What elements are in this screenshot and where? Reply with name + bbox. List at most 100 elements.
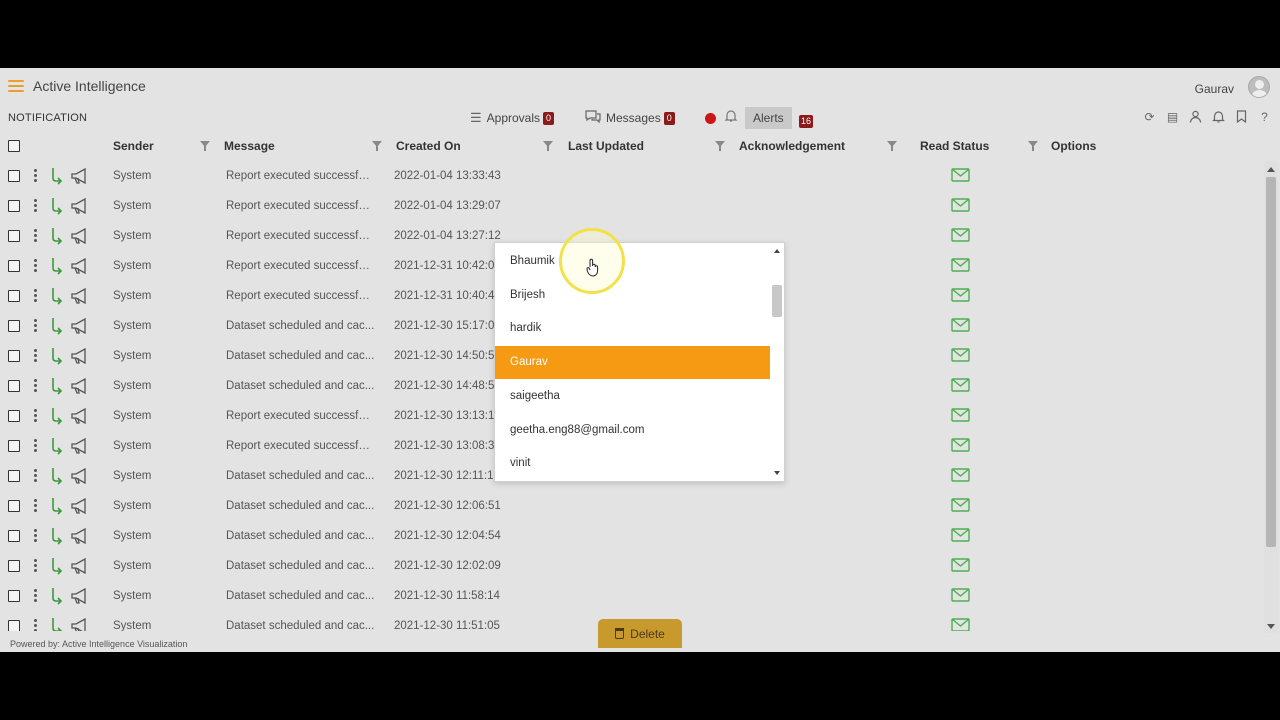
kebab-icon[interactable] xyxy=(34,379,38,393)
cell-message[interactable]: Dataset scheduled and cac... xyxy=(226,560,376,572)
acknowledge-arrow-icon[interactable] xyxy=(50,497,64,515)
kebab-icon[interactable] xyxy=(34,229,38,243)
megaphone-icon[interactable] xyxy=(70,227,90,245)
envelope-check-icon[interactable] xyxy=(951,318,970,332)
kebab-icon[interactable] xyxy=(34,529,38,543)
table-row[interactable]: System Dataset scheduled and cac... 2021-1… xyxy=(0,521,1264,551)
scroll-down-arrow-icon[interactable] xyxy=(1267,624,1275,629)
filter-icon[interactable] xyxy=(715,141,725,151)
kebab-icon[interactable] xyxy=(34,499,38,513)
row-checkbox[interactable] xyxy=(8,290,20,302)
user-dropdown-list[interactable]: Bhaumik Brijesh hardik Gaurav saigeetha geeth… xyxy=(494,242,785,482)
scrollbar-thumb[interactable] xyxy=(1266,177,1276,547)
megaphone-icon[interactable] xyxy=(70,377,90,395)
filter-icon[interactable] xyxy=(372,141,382,151)
megaphone-icon[interactable] xyxy=(70,527,90,545)
notification-bell-icon[interactable] xyxy=(1211,110,1226,125)
dropdown-option[interactable]: Brijesh xyxy=(495,279,770,312)
kebab-icon[interactable] xyxy=(34,409,38,423)
column-header-read-status[interactable]: Read Status xyxy=(920,139,989,153)
table-row[interactable]: System Dataset scheduled and cac... 2021-1… xyxy=(0,491,1264,521)
kebab-icon[interactable] xyxy=(34,199,38,213)
megaphone-icon[interactable] xyxy=(70,557,90,575)
envelope-check-icon[interactable] xyxy=(951,618,970,631)
row-checkbox[interactable] xyxy=(8,560,20,572)
acknowledge-arrow-icon[interactable] xyxy=(50,437,64,455)
cell-message[interactable]: Report executed successfully. xyxy=(226,440,376,452)
cell-message[interactable]: Dataset scheduled and cac... xyxy=(226,350,376,362)
kebab-icon[interactable] xyxy=(34,559,38,573)
acknowledge-arrow-icon[interactable] xyxy=(50,617,64,631)
table-row[interactable]: System Dataset scheduled and cac... 2021-1… xyxy=(0,581,1264,611)
kebab-icon[interactable] xyxy=(34,169,38,183)
acknowledge-arrow-icon[interactable] xyxy=(50,197,64,215)
dropdown-scrollbar[interactable] xyxy=(770,243,784,481)
row-checkbox[interactable] xyxy=(8,320,20,332)
filter-icon[interactable] xyxy=(543,141,553,151)
table-row[interactable]: System Dataset scheduled and cac... 2021-1… xyxy=(0,551,1264,581)
table-scrollbar[interactable] xyxy=(1264,161,1278,633)
envelope-check-icon[interactable] xyxy=(951,288,970,302)
dropdown-option[interactable]: Bhaumik xyxy=(495,245,770,278)
cell-message[interactable]: Dataset scheduled and cac... xyxy=(226,620,376,631)
acknowledge-arrow-icon[interactable] xyxy=(50,407,64,425)
table-row[interactable]: System Report executed successfully. 2022-… xyxy=(0,161,1264,191)
acknowledge-arrow-icon[interactable] xyxy=(50,587,64,605)
row-checkbox[interactable] xyxy=(8,500,20,512)
megaphone-icon[interactable] xyxy=(70,257,90,275)
tab-approvals[interactable]: ☰ Approvals 0 xyxy=(466,107,558,129)
acknowledge-arrow-icon[interactable] xyxy=(50,227,64,245)
megaphone-icon[interactable] xyxy=(70,407,90,425)
scroll-down-arrow-icon[interactable] xyxy=(774,471,780,475)
row-checkbox[interactable] xyxy=(8,620,20,631)
envelope-check-icon[interactable] xyxy=(951,168,970,182)
envelope-check-icon[interactable] xyxy=(951,348,970,362)
acknowledge-arrow-icon[interactable] xyxy=(50,287,64,305)
megaphone-icon[interactable] xyxy=(70,347,90,365)
delete-button[interactable]: Delete xyxy=(598,619,682,648)
row-checkbox[interactable] xyxy=(8,200,20,212)
megaphone-icon[interactable] xyxy=(70,437,90,455)
acknowledge-arrow-icon[interactable] xyxy=(50,377,64,395)
megaphone-icon[interactable] xyxy=(70,497,90,515)
bookmark-icon[interactable] xyxy=(1234,110,1249,125)
cell-message[interactable]: Report executed successfully. xyxy=(226,290,376,302)
refresh-icon[interactable]: ⟳ xyxy=(1142,110,1157,125)
cell-message[interactable]: Dataset scheduled and cac... xyxy=(226,500,376,512)
megaphone-icon[interactable] xyxy=(70,587,90,605)
dropdown-option[interactable]: geetha.eng88@gmail.com xyxy=(495,414,770,447)
megaphone-icon[interactable] xyxy=(70,287,90,305)
column-header-message[interactable]: Message xyxy=(224,139,275,153)
row-checkbox[interactable] xyxy=(8,170,20,182)
user-icon[interactable] xyxy=(1188,110,1203,125)
acknowledge-arrow-icon[interactable] xyxy=(50,527,64,545)
envelope-check-icon[interactable] xyxy=(951,558,970,572)
cell-message[interactable]: Report executed successfully. xyxy=(226,170,376,182)
kebab-icon[interactable] xyxy=(34,319,38,333)
menu-icon[interactable] xyxy=(8,80,24,93)
megaphone-icon[interactable] xyxy=(70,467,90,485)
user-avatar-icon[interactable] xyxy=(1248,76,1270,98)
megaphone-icon[interactable] xyxy=(70,317,90,335)
column-header-acknowledgement[interactable]: Acknowledgement xyxy=(739,139,845,153)
dropdown-option[interactable]: Gaurav xyxy=(495,346,770,380)
envelope-check-icon[interactable] xyxy=(951,588,970,602)
envelope-check-icon[interactable] xyxy=(951,438,970,452)
row-checkbox[interactable] xyxy=(8,410,20,422)
tab-messages[interactable]: Messages 0 xyxy=(581,107,679,129)
column-header-last-updated[interactable]: Last Updated xyxy=(568,139,644,153)
megaphone-icon[interactable] xyxy=(70,197,90,215)
kebab-icon[interactable] xyxy=(34,469,38,483)
cell-message[interactable]: Report executed successfully. xyxy=(226,230,376,242)
cell-message[interactable]: Dataset scheduled and cac... xyxy=(226,380,376,392)
cell-message[interactable]: Report executed successfully. xyxy=(226,200,376,212)
tab-alerts[interactable]: Alerts xyxy=(745,107,792,129)
acknowledge-arrow-icon[interactable] xyxy=(50,257,64,275)
scroll-up-arrow-icon[interactable] xyxy=(1267,167,1275,172)
envelope-check-icon[interactable] xyxy=(951,528,970,542)
dropdown-option[interactable]: vinit xyxy=(495,447,770,480)
kebab-icon[interactable] xyxy=(34,289,38,303)
cell-message[interactable]: Report executed successfully. xyxy=(226,410,376,422)
dropdown-option[interactable]: saigeetha xyxy=(495,380,770,413)
envelope-check-icon[interactable] xyxy=(951,378,970,392)
